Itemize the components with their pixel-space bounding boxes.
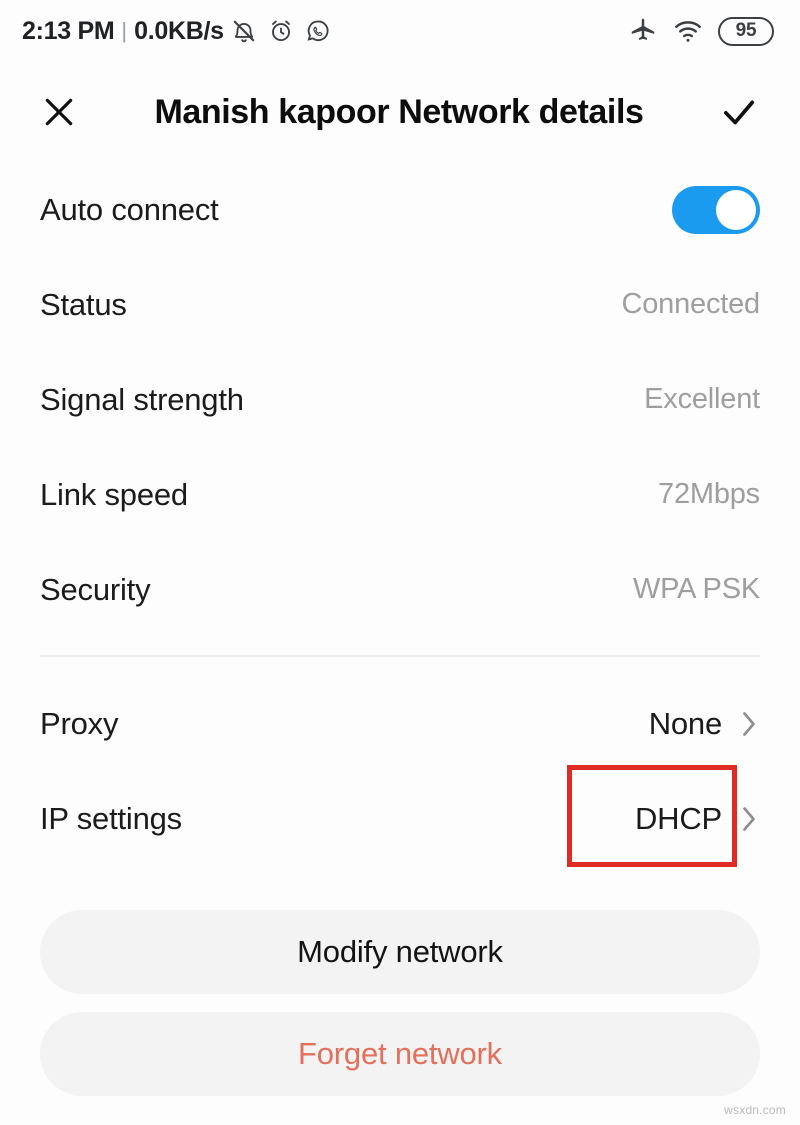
auto-connect-toggle[interactable] — [672, 185, 760, 234]
chevron-right-icon — [738, 804, 760, 834]
row-value-group: DHCP — [566, 765, 760, 867]
close-icon — [39, 92, 79, 132]
network-details-list: Auto connect Status Connected Signal str… — [0, 162, 800, 867]
section-divider — [40, 655, 760, 657]
watermark-text: wsxdn.com — [724, 1103, 786, 1117]
status-separator: | — [121, 18, 128, 43]
row-label: Auto connect — [40, 191, 219, 227]
row-value: Connected — [621, 288, 761, 320]
row-security: Security WPA PSK — [0, 542, 800, 637]
wifi-icon — [672, 16, 704, 46]
toggle-knob — [716, 189, 756, 230]
notification-muted-icon — [231, 18, 257, 44]
clock-text: 2:13 PM — [22, 16, 115, 45]
row-label: Proxy — [40, 706, 119, 741]
row-value: WPA PSK — [633, 573, 760, 605]
forget-network-button[interactable]: Forget network — [40, 1012, 760, 1096]
status-bar: 2:13 PM | 0.0KB/s 95 — [0, 0, 800, 62]
row-label: Signal strength — [40, 381, 244, 417]
row-value-group: None — [649, 706, 760, 742]
confirm-button[interactable] — [712, 85, 766, 139]
whatsapp-icon — [305, 18, 331, 44]
network-speed-text: 0.0KB/s — [134, 16, 224, 45]
row-label: Security — [40, 571, 151, 607]
action-buttons: Modify network Forget network — [0, 910, 800, 1096]
row-ip-settings[interactable]: IP settings DHCP — [0, 765, 800, 867]
row-label: Status — [40, 286, 127, 322]
row-link-speed: Link speed 72Mbps — [0, 447, 800, 542]
close-button[interactable] — [32, 85, 86, 139]
row-control — [672, 185, 760, 234]
row-signal-strength: Signal strength Excellent — [0, 352, 800, 447]
row-label: IP settings — [40, 801, 182, 836]
row-auto-connect[interactable]: Auto connect — [0, 162, 800, 257]
status-bar-right: 95 — [628, 16, 774, 46]
row-value: 72Mbps — [658, 478, 760, 510]
wifi-network-details-screen: 2:13 PM | 0.0KB/s 95 Manish kapoor Netwo… — [0, 0, 800, 1125]
page-title: Manish kapoor Network details — [154, 92, 644, 131]
check-icon — [718, 91, 760, 133]
chevron-right-icon — [738, 709, 760, 739]
row-value: Excellent — [644, 383, 760, 415]
row-value: None — [648, 706, 723, 741]
row-label: Link speed — [40, 476, 188, 512]
battery-indicator: 95 — [718, 16, 774, 46]
row-status: Status Connected — [0, 257, 800, 352]
row-value: DHCP — [634, 801, 722, 836]
status-bar-left: 2:13 PM | 0.0KB/s — [22, 17, 331, 46]
modify-network-button[interactable]: Modify network — [40, 910, 760, 994]
row-proxy[interactable]: Proxy None — [0, 677, 800, 772]
airplane-mode-icon — [628, 16, 658, 46]
status-bar-notification-icons — [231, 18, 331, 44]
screen-header: Manish kapoor Network details — [0, 62, 800, 162]
alarm-clock-icon — [268, 18, 294, 44]
